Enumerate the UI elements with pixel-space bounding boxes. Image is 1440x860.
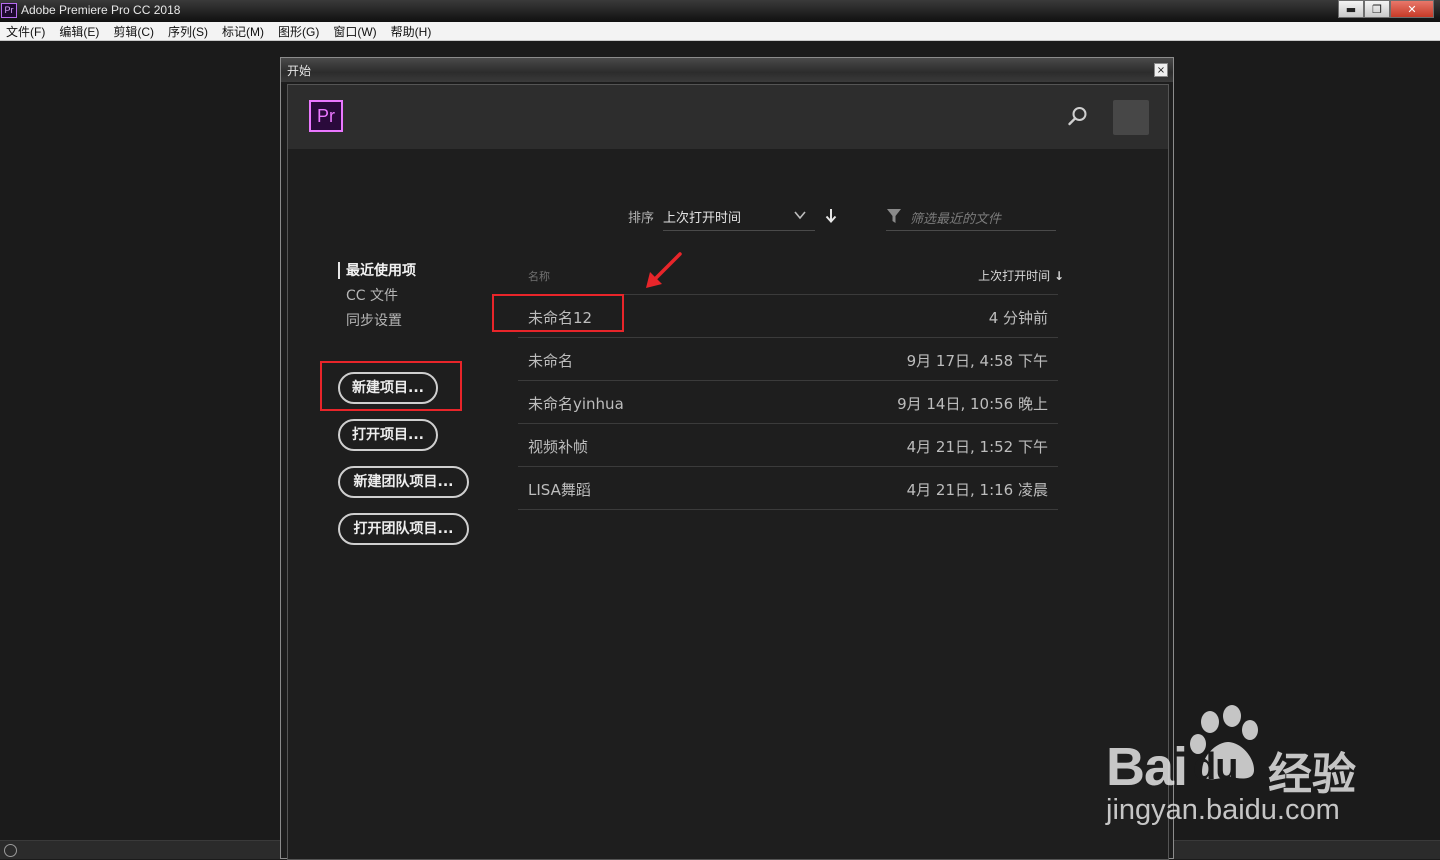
start-nav: 最近使用项 CC 文件 同步设置 — [338, 260, 416, 335]
sort-direction-arrow-icon[interactable] — [825, 208, 837, 223]
menu-file[interactable]: 文件(F) — [6, 23, 45, 40]
premiere-app-icon: Pr — [1, 3, 17, 18]
search-icon[interactable] — [1067, 105, 1089, 127]
project-time: 4月 21日, 1:16 凌晨 — [906, 481, 1048, 499]
project-time: 9月 14日, 10:56 晚上 — [897, 395, 1048, 413]
restore-button[interactable]: ❐ — [1364, 0, 1390, 18]
nav-recent[interactable]: 最近使用项 — [338, 260, 416, 285]
start-header: Pr — [288, 85, 1168, 149]
menu-clip[interactable]: 剪辑(C) — [113, 23, 154, 40]
watermark-brand-du: du — [1193, 746, 1238, 788]
open-project-button[interactable]: 打开项目... — [338, 419, 438, 451]
menu-edit[interactable]: 编辑(E) — [59, 23, 99, 40]
column-time-label: 上次打开时间 — [978, 269, 1051, 283]
user-avatar[interactable] — [1113, 100, 1149, 135]
project-name: 视频补帧 — [528, 438, 589, 456]
menu-sequence[interactable]: 序列(S) — [168, 23, 208, 40]
red-arrow-icon — [646, 252, 682, 288]
nav-cc-files[interactable]: CC 文件 — [338, 285, 416, 310]
watermark-url: jingyan.baidu.com — [1106, 794, 1340, 826]
start-panel: Pr 排序 上次打开时间 筛选最近的文件 最近使用项 CC 文件 同步设置 新建… — [287, 84, 1169, 860]
sort-dropdown[interactable]: 上次打开时间 — [663, 199, 815, 231]
sort-label: 排序 — [628, 211, 655, 226]
column-name-header[interactable]: 名称 — [528, 268, 550, 284]
menu-marker[interactable]: 标记(M) — [222, 23, 264, 40]
start-dialog: 开始 × Pr 排序 上次打开时间 筛选最近的文件 最近使用项 CC 文件 同步… — [280, 57, 1174, 860]
filter-input[interactable]: 筛选最近的文件 — [886, 199, 1056, 231]
filter-placeholder: 筛选最近的文件 — [910, 212, 1002, 227]
nav-sync-settings[interactable]: 同步设置 — [338, 310, 416, 335]
baidu-jingyan-watermark: Bai du 经验 jingyan.baidu.com — [1100, 700, 1400, 840]
highlight-box-new-project — [320, 361, 462, 411]
close-window-button[interactable]: ✕ — [1390, 0, 1434, 18]
dialog-close-button[interactable]: × — [1154, 63, 1168, 77]
project-name: LISA舞蹈 — [528, 481, 591, 499]
menu-help[interactable]: 帮助(H) — [391, 23, 432, 40]
sort-down-icon: ↓ — [1053, 269, 1064, 283]
column-time-header[interactable]: 上次打开时间 ↓ — [978, 267, 1064, 284]
list-item[interactable]: 视频补帧 4月 21日, 1:52 下午 — [518, 424, 1058, 467]
recent-list-header: 名称 上次打开时间 ↓ — [518, 257, 1064, 295]
window-titlebar: Pr Adobe Premiere Pro CC 2018 ▬ ❐ ✕ — [0, 0, 1440, 22]
window-controls: ▬ ❐ ✕ — [1338, 0, 1434, 18]
list-item[interactable]: LISA舞蹈 4月 21日, 1:16 凌晨 — [518, 467, 1058, 510]
watermark-brand: Bai du — [1106, 736, 1238, 798]
chevron-down-icon — [794, 211, 806, 220]
minimize-button[interactable]: ▬ — [1338, 0, 1364, 18]
premiere-logo: Pr — [309, 100, 343, 132]
project-time: 4月 21日, 1:52 下午 — [906, 438, 1048, 456]
menu-window[interactable]: 窗口(W) — [333, 23, 376, 40]
highlight-box-recent-project — [492, 294, 624, 332]
sort-value: 上次打开时间 — [663, 211, 742, 226]
sync-status-icon[interactable] — [4, 844, 17, 857]
project-time: 4 分钟前 — [988, 309, 1048, 327]
list-item[interactable]: 未命名yinhua 9月 14日, 10:56 晚上 — [518, 381, 1058, 424]
watermark-brand-bai: Bai — [1106, 737, 1188, 797]
list-item[interactable]: 未命名 9月 17日, 4:58 下午 — [518, 338, 1058, 381]
menu-bar: 文件(F) 编辑(E) 剪辑(C) 序列(S) 标记(M) 图形(G) 窗口(W… — [0, 22, 1440, 41]
project-name: 未命名 — [528, 352, 574, 370]
open-team-project-button[interactable]: 打开团队项目... — [338, 513, 469, 545]
project-time: 9月 17日, 4:58 下午 — [906, 352, 1048, 370]
new-team-project-button[interactable]: 新建团队项目... — [338, 466, 469, 498]
dialog-title-text: 开始 — [287, 64, 312, 78]
project-name: 未命名yinhua — [528, 395, 624, 413]
window-title: Adobe Premiere Pro CC 2018 — [21, 3, 181, 17]
filter-funnel-icon — [887, 209, 901, 223]
watermark-jingyan: 经验 — [1268, 749, 1356, 800]
dialog-title: 开始 — [281, 58, 1173, 82]
menu-graphics[interactable]: 图形(G) — [278, 23, 319, 40]
